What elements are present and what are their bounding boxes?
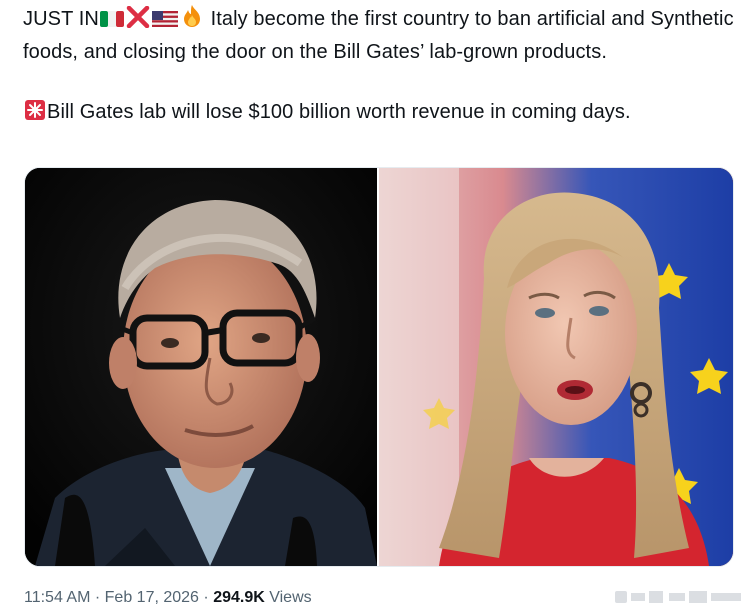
us-flag-icon (151, 7, 178, 37)
italy-flag-icon (99, 7, 124, 37)
tweet-line2: Bill Gates lab will lose $100 billion wo… (47, 101, 631, 123)
views-label: Views (269, 589, 312, 606)
cross-mark-icon (126, 5, 150, 37)
watermark-icon (615, 588, 743, 606)
rotating-light-icon (24, 99, 46, 130)
tweet-paragraph-1: JUST IN Italy become the first country t… (23, 4, 743, 67)
tweet-text: JUST IN Italy become the first country t… (23, 4, 743, 130)
fire-icon (180, 4, 204, 37)
tweet-paragraph-2: Bill Gates lab will lose $100 billion wo… (23, 97, 743, 130)
meta-separator-1: · (94, 589, 101, 606)
giorgia-meloni-photo[interactable] (379, 168, 733, 566)
meta-separator-2: · (203, 589, 209, 606)
tweet-media[interactable] (24, 167, 734, 567)
tweet-time[interactable]: 11:54 AM (24, 589, 90, 606)
tweet-prefix: JUST IN (23, 8, 99, 30)
views-count: 294.9K (213, 589, 265, 606)
tweet-date[interactable]: Feb 17, 2026 (105, 589, 199, 606)
bill-gates-photo[interactable] (25, 168, 377, 566)
tweet-meta: 11:54 AM · Feb 17, 2026 · 294.9K Views (24, 586, 312, 610)
